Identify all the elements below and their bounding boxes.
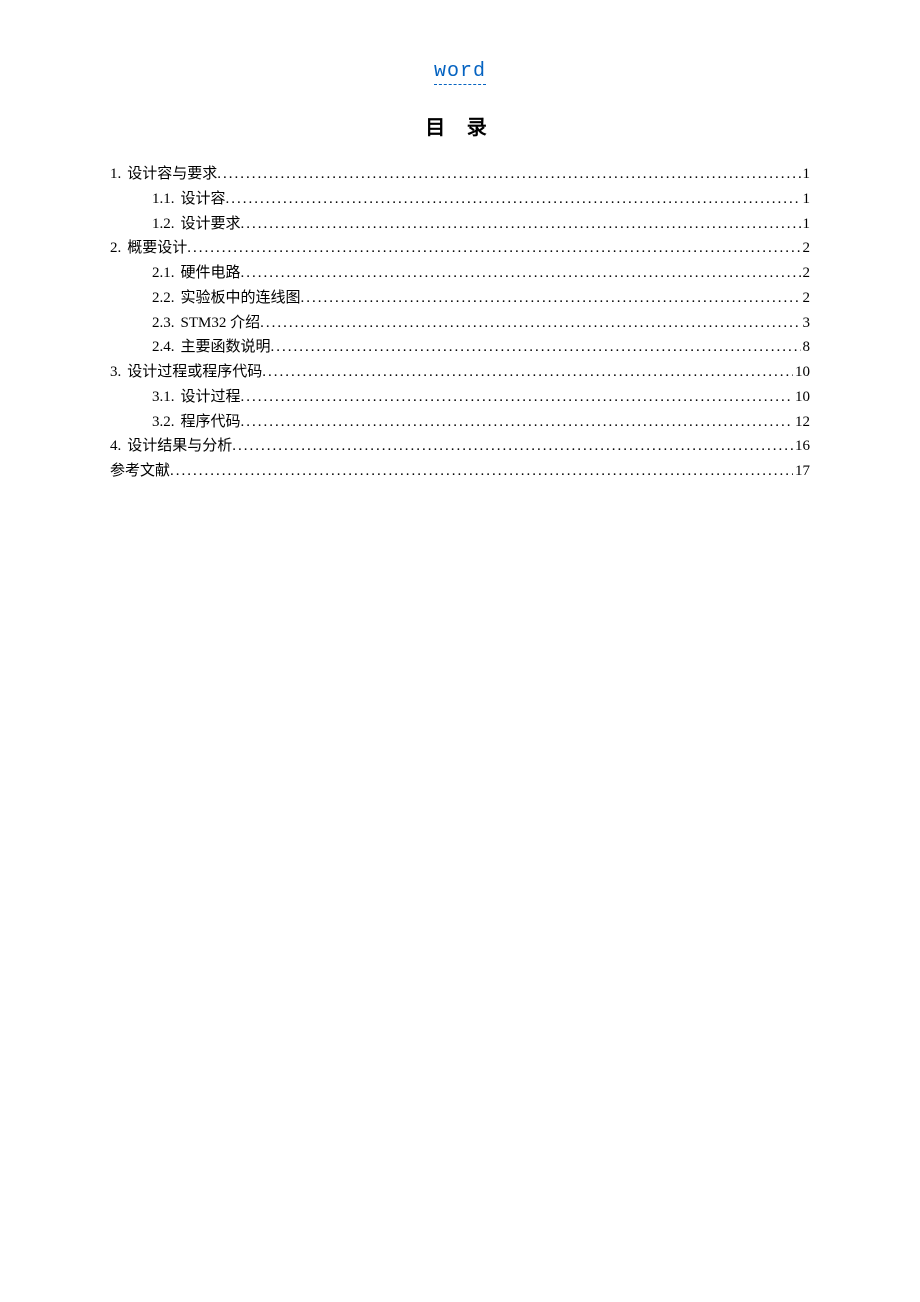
toc-entry-number: 1.1. [152, 187, 175, 212]
toc-entry-leader [226, 187, 801, 212]
toc-entry-leader [187, 236, 800, 261]
toc-entry-leader [260, 311, 800, 336]
toc-entry-leader [241, 261, 801, 286]
toc-entry-leader [217, 162, 800, 187]
toc-entry-number: 2.4. [152, 335, 175, 360]
toc-entry-number: 1.2. [152, 212, 175, 237]
toc-entry-text: 实验板中的连线图 [181, 286, 301, 311]
toc-entry-leader [241, 212, 801, 237]
toc-entry-text: 设计过程或程序代码 [127, 360, 262, 385]
toc-entry-page: 10 [793, 385, 810, 410]
toc-entry-text: 设计结果与分析 [127, 434, 232, 459]
toc-entry-leader [301, 286, 801, 311]
toc-entry[interactable]: 1.2. 设计要求 1 [110, 212, 810, 237]
toc-entry[interactable]: 3.2. 程序代码 12 [110, 410, 810, 435]
document-page: word 目 录 1.设计容与要求11.1.设计容11.2.设计要求12.概要设… [0, 0, 920, 484]
toc-entry-number: 2.2. [152, 286, 175, 311]
toc-entry-page: 3 [801, 311, 811, 336]
toc-entry-number: 1. [110, 162, 121, 187]
toc-entry-page: 12 [793, 410, 810, 435]
toc-entry[interactable]: 1.1. 设计容 1 [110, 187, 810, 212]
toc-entry-page: 1 [801, 212, 811, 237]
toc-entry-text: 硬件电路 [181, 261, 241, 286]
toc-entry-page: 1 [801, 162, 811, 187]
toc-entry-text: 设计容与要求 [127, 162, 217, 187]
toc-entry[interactable]: 2.概要设计 2 [110, 236, 810, 261]
toc-entry[interactable]: 参考文献 17 [110, 459, 810, 484]
toc-entry-page: 8 [801, 335, 811, 360]
toc-entry-leader [241, 410, 793, 435]
header-link-container: word [110, 60, 810, 83]
toc-entry-leader [241, 385, 793, 410]
toc-entry-page: 17 [793, 459, 810, 484]
toc-entry-page: 1 [801, 187, 811, 212]
toc-entry-page: 2 [801, 236, 811, 261]
toc-entry-text: 设计要求 [181, 212, 241, 237]
toc-entry-text: 设计容 [181, 187, 226, 212]
toc-entry[interactable]: 3.设计过程或程序代码 10 [110, 360, 810, 385]
toc-entry-page: 16 [793, 434, 810, 459]
toc-entry-leader [271, 335, 801, 360]
toc-entry-page: 10 [793, 360, 810, 385]
toc-entry-text: 概要设计 [127, 236, 187, 261]
toc-entry-text: 主要函数说明 [181, 335, 271, 360]
toc-entry-number: 2.3. [152, 311, 175, 336]
toc-entry[interactable]: 4.设计结果与分析 16 [110, 434, 810, 459]
toc-entry-page: 2 [801, 286, 811, 311]
toc-entry[interactable]: 2.4. 主要函数说明 8 [110, 335, 810, 360]
toc-entry-text: 参考文献 [110, 459, 170, 484]
toc-entry[interactable]: 2.3. STM32 介绍 3 [110, 311, 810, 336]
toc-entry[interactable]: 3.1. 设计过程 10 [110, 385, 810, 410]
toc-entry-number: 3. [110, 360, 121, 385]
toc-entry-page: 2 [801, 261, 811, 286]
toc-entry-text: STM32 介绍 [181, 311, 261, 336]
toc-entry-number: 2. [110, 236, 121, 261]
toc-entry-text: 设计过程 [181, 385, 241, 410]
toc-entry-text: 程序代码 [181, 410, 241, 435]
toc-entry[interactable]: 1.设计容与要求 1 [110, 162, 810, 187]
toc-entry-number: 3.1. [152, 385, 175, 410]
toc-entry-number: 3.2. [152, 410, 175, 435]
toc-entry-leader [262, 360, 793, 385]
table-of-contents: 1.设计容与要求 1 1.1. 设计容 1 1.2. 设计要求 1 2.概要设计 2 2.1. 硬件电… [110, 162, 810, 484]
word-link[interactable]: word [434, 60, 486, 85]
toc-entry[interactable]: 2.1. 硬件电路 2 [110, 261, 810, 286]
toc-entry-number: 2.1. [152, 261, 175, 286]
toc-entry[interactable]: 2.2. 实验板中的连线图 2 [110, 286, 810, 311]
toc-title: 目 录 [110, 111, 810, 140]
toc-entry-leader [170, 459, 793, 484]
toc-entry-leader [232, 434, 793, 459]
toc-entry-number: 4. [110, 434, 121, 459]
